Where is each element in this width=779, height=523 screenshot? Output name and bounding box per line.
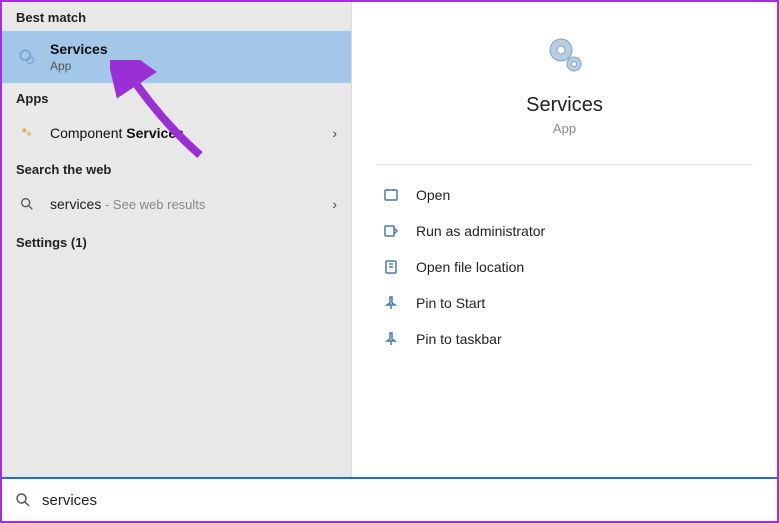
action-label: Run as administrator [416,223,545,239]
result-title: Component Services [50,125,332,141]
action-label: Pin to taskbar [416,331,502,347]
search-input[interactable] [42,492,765,509]
search-web-header: Search the web [2,154,351,183]
search-icon [14,491,32,509]
chevron-right-icon: › [332,125,337,141]
divider [376,164,753,165]
search-bar[interactable] [2,477,777,521]
chevron-right-icon: › [332,196,337,212]
result-services[interactable]: Services App [2,31,351,83]
gear-icon [16,46,38,68]
result-web-search[interactable]: services - See web results › [2,183,351,225]
action-label: Pin to Start [416,295,485,311]
open-icon [382,186,400,204]
pin-icon [382,294,400,312]
component-icon [16,122,38,144]
action-open[interactable]: Open [352,177,777,213]
action-open-location[interactable]: Open file location [352,249,777,285]
apps-header: Apps [2,83,351,112]
best-match-header: Best match [2,2,351,31]
action-pin-start[interactable]: Pin to Start [352,285,777,321]
result-title: services - See web results [50,196,332,212]
results-panel: Best match Services App Apps Component S… [2,2,352,477]
shield-icon [382,222,400,240]
action-pin-taskbar[interactable]: Pin to taskbar [352,321,777,357]
pin-icon [382,330,400,348]
action-label: Open [416,187,450,203]
settings-header[interactable]: Settings (1) [2,225,351,260]
details-title: Services [526,94,603,117]
result-component-services[interactable]: Component Services › [2,112,351,154]
result-title: Services [50,41,337,57]
result-subtitle: App [50,59,337,73]
action-label: Open file location [416,259,524,275]
gears-icon [541,32,589,80]
actions-list: Open Run as administrator Open file loca… [352,171,777,363]
action-run-admin[interactable]: Run as administrator [352,213,777,249]
search-icon [16,193,38,215]
details-subtitle: App [553,121,576,136]
details-panel: Services App Open Run as administrator O… [352,2,777,477]
folder-icon [382,258,400,276]
